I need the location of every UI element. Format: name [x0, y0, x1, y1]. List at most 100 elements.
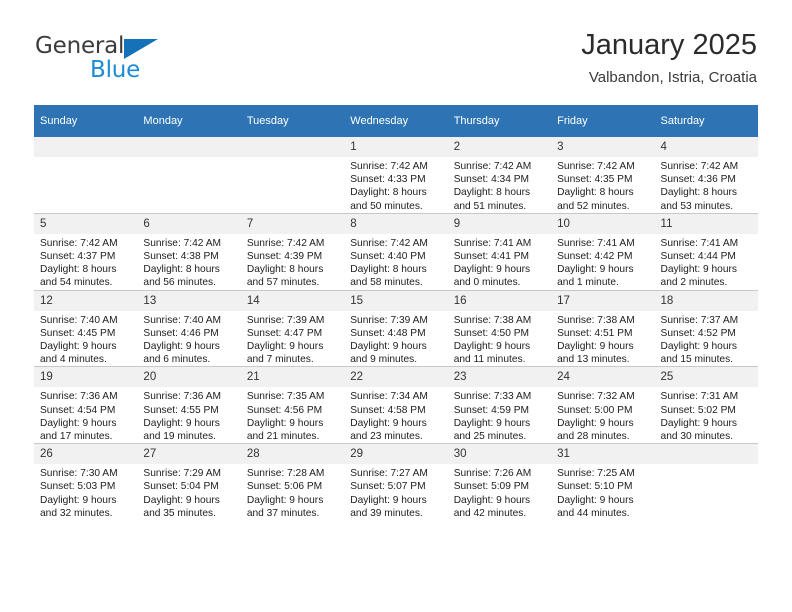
- daylight-text-cont: and 50 minutes.: [350, 200, 423, 212]
- daylight-text: Daylight: 9 hours: [453, 264, 531, 276]
- weekday-header-friday: Friday: [551, 105, 655, 137]
- day-cell[interactable]: 8 Sunrise: 7:42 AM Sunset: 4:40 PM Daylight…: [344, 212, 448, 291]
- daylight-text: Daylight: 9 hours: [143, 417, 220, 429]
- daylight-text-cont: and 42 minutes.: [453, 507, 527, 519]
- day-number: 3: [551, 137, 655, 157]
- weekday-header-row: Sunday Monday Tuesday Wednesday Thursday Frid…: [34, 105, 758, 137]
- day-cell[interactable]: 15 Sunrise: 7:39 AM Sunset: 4:48 PM Dayligh…: [344, 289, 448, 367]
- sunrise-text: Sunrise: 7:42 AM: [660, 161, 739, 172]
- day-number: 7: [240, 213, 345, 234]
- day-cell-empty: [34, 137, 138, 214]
- day-cell[interactable]: 10 Sunrise: 7:41 AM Sunset: 4:42 PM Dayligh…: [551, 212, 655, 291]
- weekday-header-thursday: Thursday: [447, 105, 552, 137]
- sunset-text: Sunset: 4:37 PM: [40, 251, 116, 263]
- sunrise-text: Sunrise: 7:42 AM: [143, 237, 222, 249]
- day-number: 23: [447, 367, 552, 388]
- sunset-text: Sunset: 4:58 PM: [350, 404, 426, 416]
- day-cell[interactable]: 24 Sunrise: 7:32 AM Sunset: 5:00 PM Dayligh…: [551, 366, 655, 444]
- day-number: 2: [447, 137, 552, 157]
- day-cell[interactable]: 29 Sunrise: 7:27 AM Sunset: 5:07 PM Dayligh…: [344, 443, 448, 521]
- daylight-text-cont: and 37 minutes.: [246, 507, 320, 519]
- day-cell-details: Sunrise: 7:42 AM Sunset: 4:33 PM Daylight:…: [344, 157, 447, 213]
- day-cell[interactable]: 25 Sunrise: 7:31 AM Sunset: 5:02 PM Dayligh…: [654, 366, 758, 444]
- day-cell[interactable]: 17 Sunrise: 7:38 AM Sunset: 4:51 PM Dayligh…: [551, 289, 655, 367]
- day-cell[interactable]: 12 Sunrise: 7:40 AM Sunset: 4:45 PM Dayligh…: [34, 289, 138, 367]
- sunrise-text: Sunrise: 7:41 AM: [660, 237, 739, 249]
- day-cell-details: Sunrise: 7:39 AM Sunset: 4:48 PM Daylight:…: [344, 311, 447, 367]
- day-cell[interactable]: 9 Sunrise: 7:41 AM Sunset: 4:41 PM Daylight…: [447, 212, 552, 291]
- day-cell[interactable]: 2 Sunrise: 7:42 AM Sunset: 4:34 PM Daylight…: [447, 137, 552, 214]
- day-cell[interactable]: 19 Sunrise: 7:36 AM Sunset: 4:54 PM Dayligh…: [34, 366, 138, 444]
- day-cell[interactable]: 13 Sunrise: 7:40 AM Sunset: 4:46 PM Dayligh…: [137, 289, 241, 367]
- daylight-text: Daylight: 8 hours: [143, 264, 220, 276]
- day-number: 28: [240, 444, 345, 465]
- day-cell-details: Sunrise: 7:31 AM Sunset: 5:02 PM Daylight:…: [655, 387, 758, 443]
- daylight-text-cont: and 17 minutes.: [40, 431, 113, 443]
- day-cell[interactable]: 28 Sunrise: 7:28 AM Sunset: 5:06 PM Dayligh…: [240, 443, 345, 521]
- sunset-text: Sunset: 4:44 PM: [660, 251, 736, 263]
- sunrise-text: Sunrise: 7:36 AM: [143, 391, 222, 403]
- calendar-week-row: 12 Sunrise: 7:40 AM Sunset: 4:45 PM Dayligh…: [34, 289, 758, 367]
- sunset-text: Sunset: 4:47 PM: [246, 327, 323, 339]
- day-cell[interactable]: 27 Sunrise: 7:29 AM Sunset: 5:04 PM Dayligh…: [137, 443, 241, 521]
- daylight-text: Daylight: 9 hours: [557, 494, 634, 506]
- sunrise-text: Sunrise: 7:42 AM: [40, 237, 118, 249]
- daylight-text: Daylight: 9 hours: [143, 494, 220, 506]
- daylight-text: Daylight: 9 hours: [350, 341, 427, 353]
- brand-logo[interactable]: General Blue: [35, 33, 265, 83]
- sunrise-text: Sunrise: 7:27 AM: [350, 468, 428, 480]
- day-cell[interactable]: 26 Sunrise: 7:30 AM Sunset: 5:03 PM Dayligh…: [34, 443, 138, 521]
- daylight-text: Daylight: 9 hours: [246, 417, 324, 429]
- day-number: 6: [137, 213, 241, 234]
- day-cell[interactable]: 5 Sunrise: 7:42 AM Sunset: 4:37 PM Daylight…: [34, 212, 138, 291]
- daylight-text-cont: and 2 minutes.: [660, 277, 728, 289]
- day-cell[interactable]: 3 Sunrise: 7:42 AM Sunset: 4:35 PM Daylight…: [551, 137, 655, 214]
- day-cell[interactable]: 14 Sunrise: 7:39 AM Sunset: 4:47 PM Dayligh…: [240, 289, 345, 367]
- day-cell-details: Sunrise: 7:25 AM Sunset: 5:10 PM Daylight:…: [551, 464, 654, 520]
- daylight-text-cont: and 6 minutes.: [143, 354, 211, 366]
- sunrise-text: Sunrise: 7:38 AM: [557, 314, 635, 326]
- sunrise-text: Sunrise: 7:40 AM: [143, 314, 222, 326]
- daylight-text: Daylight: 8 hours: [350, 264, 427, 276]
- page-title: January 2025: [581, 29, 757, 61]
- sunset-text: Sunset: 5:09 PM: [453, 481, 530, 493]
- daylight-text-cont: and 25 minutes.: [453, 431, 527, 443]
- daylight-text-cont: and 11 minutes.: [453, 354, 526, 366]
- sunset-text: Sunset: 4:46 PM: [143, 327, 219, 339]
- day-cell[interactable]: 16 Sunrise: 7:38 AM Sunset: 4:50 PM Dayligh…: [447, 289, 552, 367]
- day-cell[interactable]: 4 Sunrise: 7:42 AM Sunset: 4:36 PM Daylight…: [654, 137, 758, 214]
- day-cell-details: Sunrise: 7:33 AM Sunset: 4:59 PM Daylight:…: [448, 387, 551, 443]
- day-number: 10: [551, 213, 655, 234]
- day-cell-details: Sunrise: 7:41 AM Sunset: 4:41 PM Daylight:…: [448, 234, 551, 290]
- day-cell[interactable]: 20 Sunrise: 7:36 AM Sunset: 4:55 PM Dayligh…: [137, 366, 241, 444]
- sunset-text: Sunset: 4:50 PM: [453, 327, 530, 339]
- day-number: 18: [654, 290, 758, 311]
- sunrise-text: Sunrise: 7:39 AM: [246, 314, 325, 326]
- calendar-week-row: 26 Sunrise: 7:30 AM Sunset: 5:03 PM Dayligh…: [34, 443, 758, 521]
- day-cell[interactable]: 31 Sunrise: 7:25 AM Sunset: 5:10 PM Dayligh…: [551, 443, 655, 521]
- day-cell[interactable]: 30 Sunrise: 7:26 AM Sunset: 5:09 PM Dayligh…: [447, 443, 552, 521]
- daylight-text: Daylight: 8 hours: [350, 187, 427, 199]
- sunset-text: Sunset: 4:35 PM: [557, 174, 633, 186]
- calendar-grid: Sunday Monday Tuesday Wednesday Thursday Frid…: [34, 105, 758, 521]
- sunrise-text: Sunrise: 7:42 AM: [350, 237, 428, 249]
- day-cell-details: Sunrise: 7:42 AM Sunset: 4:40 PM Daylight:…: [344, 234, 447, 290]
- day-cell[interactable]: 11 Sunrise: 7:41 AM Sunset: 4:44 PM Dayligh…: [654, 212, 758, 291]
- day-number: 29: [344, 444, 448, 465]
- daylight-text-cont: and 39 minutes.: [350, 507, 423, 519]
- day-cell[interactable]: 22 Sunrise: 7:34 AM Sunset: 4:58 PM Dayligh…: [344, 366, 448, 444]
- day-cell[interactable]: 7 Sunrise: 7:42 AM Sunset: 4:39 PM Daylight…: [240, 212, 345, 291]
- day-cell[interactable]: 1 Sunrise: 7:42 AM Sunset: 4:33 PM Daylight…: [344, 137, 448, 214]
- weekday-header-wednesday: Wednesday: [344, 105, 448, 137]
- day-cell-details: [241, 157, 344, 160]
- daylight-text: Daylight: 8 hours: [40, 264, 117, 276]
- sunrise-text: Sunrise: 7:30 AM: [40, 468, 118, 480]
- weekday-header-monday: Monday: [137, 105, 241, 137]
- day-cell[interactable]: 18 Sunrise: 7:37 AM Sunset: 4:52 PM Dayligh…: [654, 289, 758, 367]
- day-number: 5: [34, 213, 138, 234]
- day-cell[interactable]: 6 Sunrise: 7:42 AM Sunset: 4:38 PM Daylight…: [137, 212, 241, 291]
- day-number: [137, 137, 241, 157]
- day-cell[interactable]: 23 Sunrise: 7:33 AM Sunset: 4:59 PM Dayligh…: [447, 366, 552, 444]
- day-cell[interactable]: 21 Sunrise: 7:35 AM Sunset: 4:56 PM Dayligh…: [240, 366, 345, 444]
- day-cell-details: Sunrise: 7:37 AM Sunset: 4:52 PM Daylight:…: [655, 311, 758, 367]
